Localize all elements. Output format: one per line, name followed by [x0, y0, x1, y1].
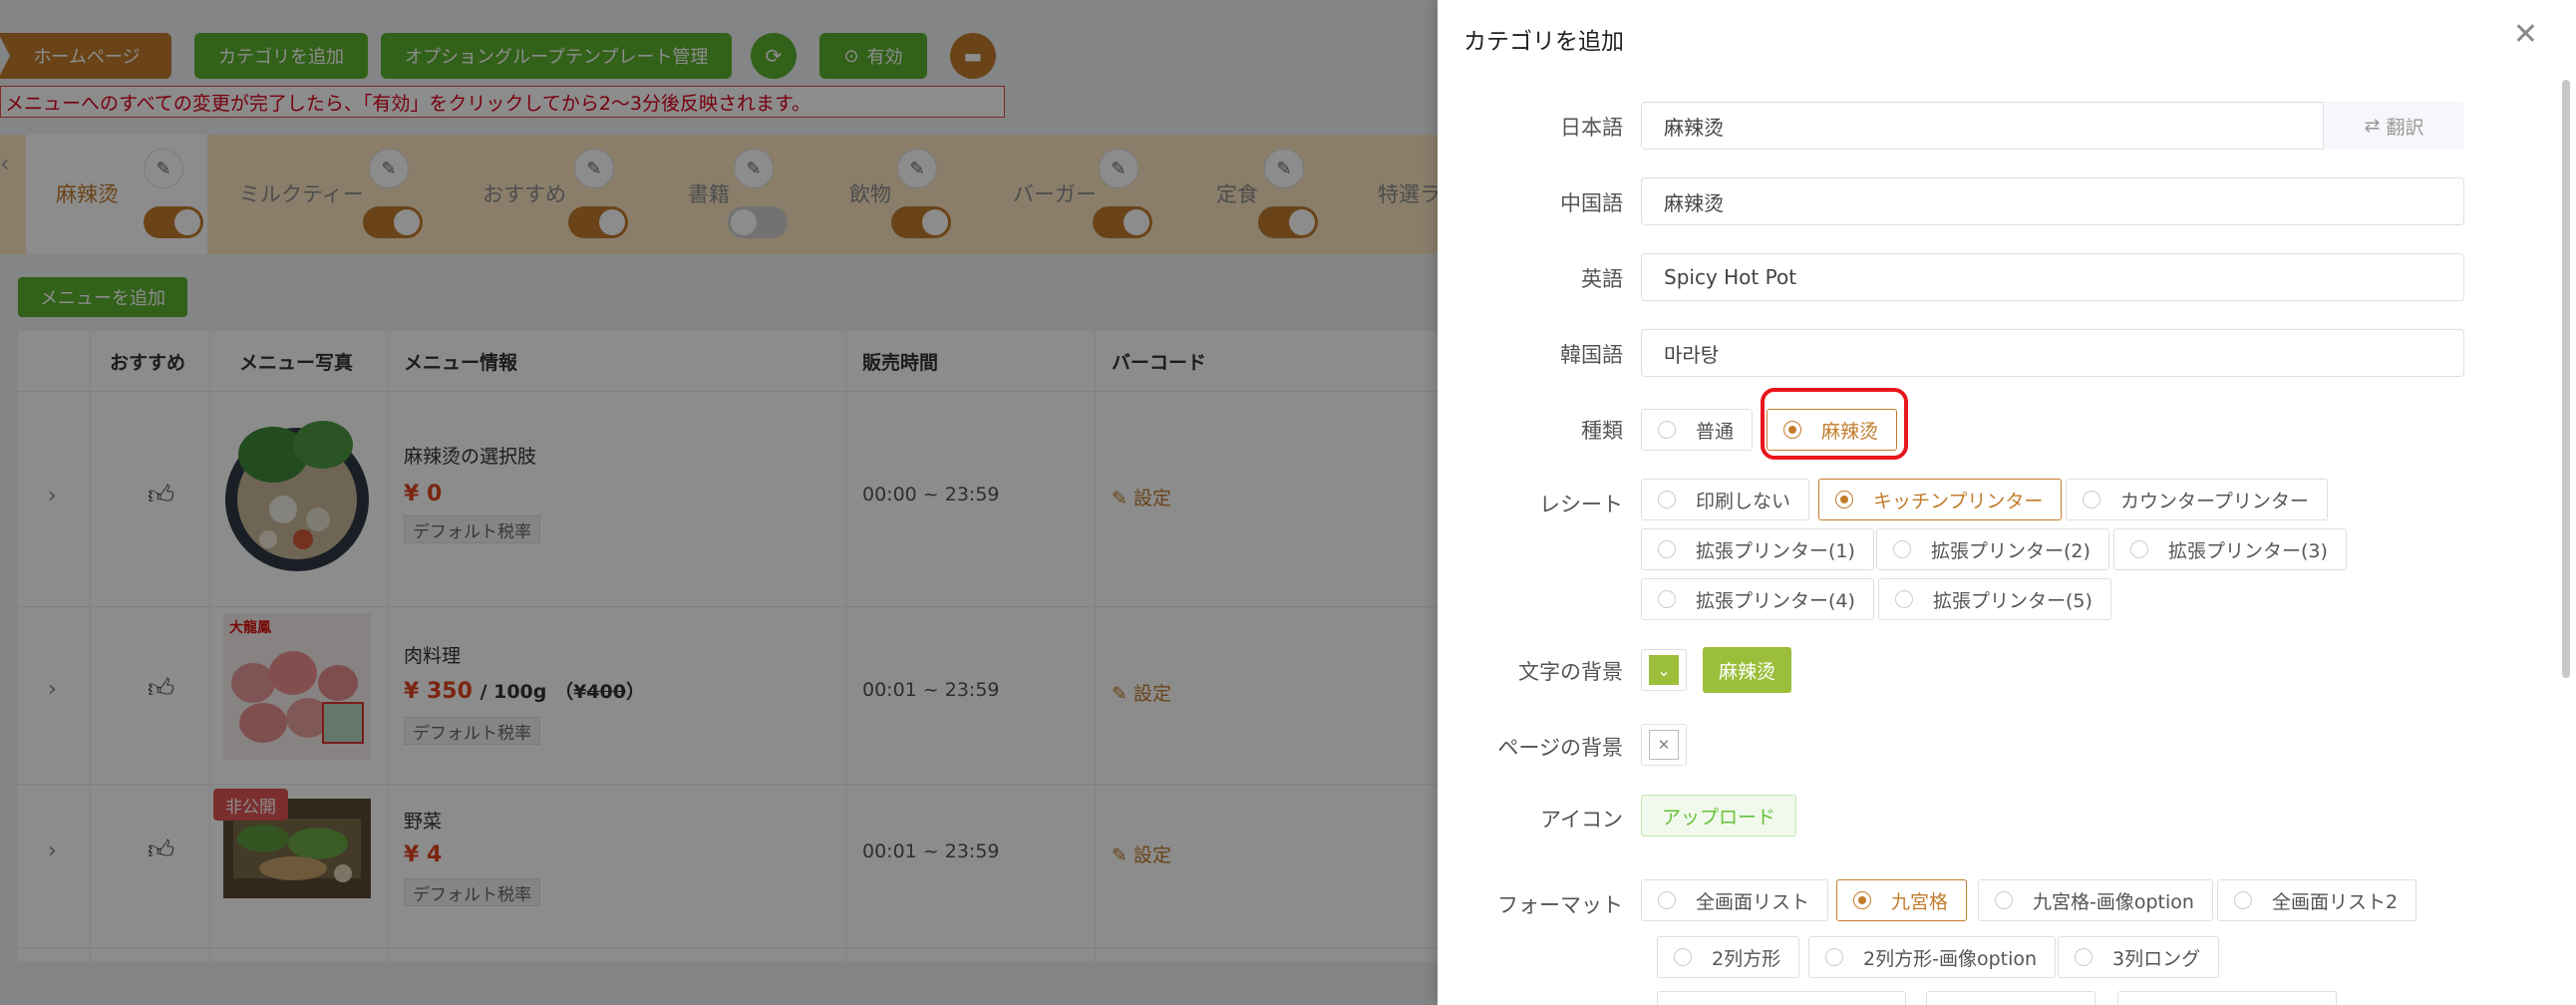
korean-value: 마라탕 — [1664, 342, 1720, 367]
format-label: フォーマット — [1497, 893, 1623, 917]
format-option-full-list-2[interactable]: 全画面リスト2 — [2217, 879, 2417, 921]
radio-selected-icon — [1853, 891, 1871, 909]
translate-button[interactable]: ⇄ 翻訳 — [2323, 102, 2464, 150]
format-option-grid[interactable]: 九宮格 — [1836, 879, 1968, 921]
chevron-down-icon: ⌄ — [1649, 655, 1679, 685]
option-label: 九宮格-画像option — [2033, 890, 2194, 913]
receipt-label: レシート — [1539, 493, 1623, 516]
radio-icon — [1658, 421, 1676, 439]
translate-icon: ⇄ — [2364, 115, 2381, 137]
highlight-annotation — [1761, 388, 1908, 460]
option-label: 普通 — [1696, 420, 1735, 443]
receipt-option-ext-5[interactable]: 拡張プリンター(5) — [1878, 578, 2111, 620]
korean-input[interactable]: 마라탕 — [1641, 329, 2464, 377]
radio-icon — [1674, 948, 1692, 966]
text-bg-color-picker[interactable]: ⌄ — [1641, 649, 1687, 691]
receipt-option-ext-2[interactable]: 拡張プリンター(2) — [1876, 528, 2109, 570]
radio-icon — [1995, 891, 2013, 909]
radio-icon — [2083, 491, 2100, 508]
receipt-option-ext-3[interactable]: 拡張プリンター(3) — [2113, 528, 2347, 570]
text-bg-label: 文字の背景 — [1518, 660, 1623, 684]
format-option-more[interactable] — [1657, 991, 1906, 1005]
chinese-label: 中国語 — [1560, 191, 1623, 215]
receipt-option-ext-4[interactable]: 拡張プリンター(4) — [1641, 578, 1874, 620]
format-option-3col-long[interactable]: 3列ロング — [2058, 936, 2220, 978]
radio-icon — [2130, 540, 2148, 558]
radio-icon — [2234, 891, 2252, 909]
radio-icon — [1658, 491, 1676, 508]
close-icon[interactable]: ✕ — [2513, 20, 2538, 50]
modal-overlay[interactable] — [0, 0, 1438, 1005]
option-label: 2列方形 — [1712, 947, 1781, 970]
chinese-input[interactable]: 麻辣烫 — [1641, 177, 2464, 225]
radio-icon — [1893, 540, 1911, 558]
upload-button[interactable]: アップロード — [1641, 795, 1797, 837]
receipt-option-counter-printer[interactable]: カウンタープリンター — [2066, 479, 2328, 520]
format-option-2col-square-image[interactable]: 2列方形-画像option — [1808, 936, 2057, 978]
option-label: カウンタープリンター — [2120, 490, 2309, 512]
receipt-option-no-print[interactable]: 印刷しない — [1641, 479, 1810, 520]
english-label: 英語 — [1581, 267, 1623, 291]
option-label: 2列方形-画像option — [1863, 947, 2038, 970]
drawer-title: カテゴリを追加 — [1463, 29, 1624, 55]
radio-icon — [1658, 540, 1676, 558]
format-option-grid-image[interactable]: 九宮格-画像option — [1978, 879, 2213, 921]
radio-icon — [1658, 891, 1676, 909]
format-option-full-list[interactable]: 全画面リスト — [1641, 879, 1829, 921]
type-label: 種類 — [1581, 419, 1623, 443]
english-value: Spicy Hot Pot — [1664, 265, 1797, 289]
scrollbar[interactable] — [2562, 80, 2570, 678]
chinese-value: 麻辣烫 — [1664, 190, 1724, 215]
radio-icon — [1895, 590, 1913, 608]
option-label: 拡張プリンター(1) — [1696, 539, 1855, 562]
english-input[interactable]: Spicy Hot Pot — [1641, 253, 2464, 301]
receipt-option-ext-1[interactable]: 拡張プリンター(1) — [1641, 528, 1874, 570]
option-label: 拡張プリンター(3) — [2168, 539, 2328, 562]
type-option-normal[interactable]: 普通 — [1641, 409, 1754, 451]
option-label: 九宮格 — [1891, 890, 1949, 913]
format-option-2col-square[interactable]: 2列方形 — [1657, 936, 1800, 978]
option-label: 拡張プリンター(5) — [1933, 589, 2093, 612]
option-label: キッチンプリンター — [1873, 490, 2044, 512]
receipt-option-kitchen-printer[interactable]: キッチンプリンター — [1818, 479, 2063, 520]
radio-icon — [1658, 590, 1676, 608]
japanese-label: 日本語 — [1560, 116, 1623, 140]
option-label: 全画面リスト2 — [2272, 890, 2399, 913]
page-bg-label: ページの背景 — [1497, 736, 1623, 760]
format-option-more[interactable] — [1926, 991, 2095, 1005]
text-bg-preview: 麻辣烫 — [1703, 647, 1792, 693]
radio-icon — [1825, 948, 1843, 966]
option-label: 印刷しない — [1696, 490, 1791, 512]
add-category-drawer: カテゴリを追加 ✕ 日本語 麻辣烫 ⇄ 翻訳 中国語 麻辣烫 英語 Spicy … — [1438, 0, 2576, 1005]
translate-label: 翻訳 — [2386, 116, 2424, 139]
korean-label: 韓国語 — [1560, 343, 1623, 367]
option-label: 3列ロング — [2112, 947, 2201, 970]
format-option-more[interactable] — [2117, 991, 2337, 1005]
option-label: 拡張プリンター(4) — [1696, 589, 1855, 612]
radio-icon — [2075, 948, 2093, 966]
option-label: 拡張プリンター(2) — [1931, 539, 2091, 562]
radio-selected-icon — [1835, 491, 1853, 508]
icon-label: アイコン — [1540, 808, 1623, 832]
option-label: 全画面リスト — [1696, 890, 1810, 913]
clear-icon: ✕ — [1649, 730, 1679, 760]
page-bg-color-picker[interactable]: ✕ — [1641, 724, 1687, 766]
japanese-value: 麻辣烫 — [1664, 115, 1724, 140]
